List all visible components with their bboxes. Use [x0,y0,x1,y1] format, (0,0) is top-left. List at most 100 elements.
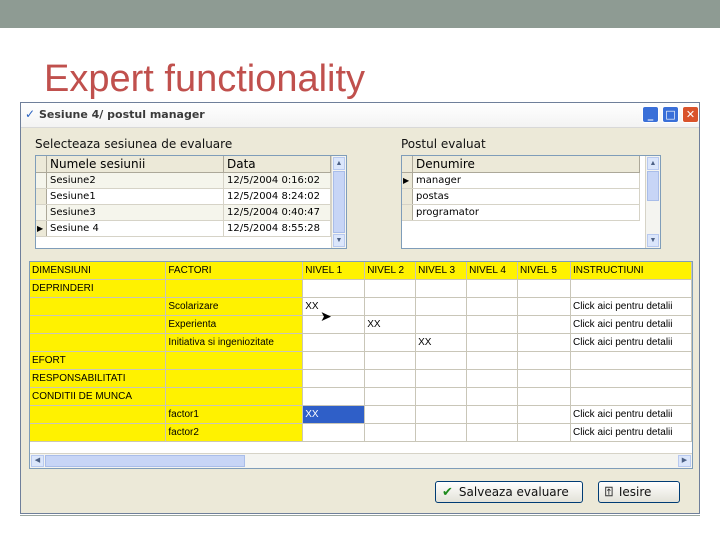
post-name-cell[interactable]: programator [412,204,640,221]
level-cell[interactable] [415,351,468,370]
level-cell[interactable] [302,387,366,406]
instructions-link[interactable] [570,351,692,370]
scroll-up-icon[interactable]: ▲ [333,157,345,170]
level-cell[interactable] [466,315,519,334]
instructions-link[interactable]: Click aici pentru detalii [570,423,692,442]
session-row[interactable]: Sesiune3 12/5/2004 0:40:47 [36,204,331,221]
column-header[interactable]: NIVEL 5 [517,262,571,280]
minimize-button[interactable]: _ [642,106,659,123]
level-cell[interactable] [517,387,571,406]
level-cell[interactable] [466,333,519,352]
evaluation-grid[interactable]: DIMENSIUNI FACTORI NIVEL 1 NIVEL 2 NIVEL 3 NI… [29,261,693,469]
scroll-left-icon[interactable]: ◀ [31,455,44,467]
level-cell[interactable] [517,405,571,424]
post-name-cell[interactable]: manager [412,172,640,189]
level-cell[interactable] [415,387,468,406]
level-cell[interactable] [466,405,519,424]
session-name-cell[interactable]: Sesiune1 [46,188,224,205]
scroll-up-icon[interactable]: ▲ [647,157,659,170]
instructions-link[interactable] [570,387,692,406]
level-cell[interactable] [302,423,366,442]
session-name-cell[interactable]: Sesiune3 [46,204,224,221]
evaluation-row[interactable]: RESPONSABILITATI [30,369,692,388]
level-cell[interactable] [302,315,366,334]
level-cell[interactable] [302,333,366,352]
level-cell[interactable]: XX [364,315,417,334]
session-row[interactable]: ▶ Sesiune 4 12/5/2004 8:55:28 [36,220,331,237]
evaluation-row[interactable]: Scolarizare XX Click aici pentru detalii [30,297,692,316]
level-cell[interactable] [364,279,417,298]
scroll-down-icon[interactable]: ▼ [333,234,345,247]
post-scrollbar[interactable]: ▲ ▼ [645,156,660,248]
evaluation-row[interactable]: Initiativa si ingeniozitate XX Click aici … [30,333,692,352]
level-cell[interactable] [415,315,468,334]
scroll-thumb[interactable] [333,171,345,233]
sessions-grid[interactable]: Numele sesiunii Data Sesiune2 12/5/2004 0… [35,155,347,249]
col-denumire[interactable]: Denumire [412,156,640,173]
instructions-link[interactable]: Click aici pentru detalii [570,297,692,316]
level-cell[interactable] [302,279,366,298]
column-header[interactable]: DIMENSIUNI [30,262,167,280]
level-cell[interactable] [466,279,519,298]
column-header[interactable]: NIVEL 2 [364,262,417,280]
level-cell[interactable] [517,351,571,370]
post-row[interactable]: programator [402,204,640,221]
level-cell[interactable] [415,405,468,424]
column-header[interactable]: NIVEL 4 [466,262,519,280]
level-cell[interactable] [364,297,417,316]
scroll-right-icon[interactable]: ▶ [678,455,691,467]
instructions-link[interactable]: Click aici pentru detalii [570,405,692,424]
instructions-link[interactable]: Click aici pentru detalii [570,315,692,334]
level-cell[interactable] [364,333,417,352]
close-button[interactable]: ✕ [682,106,699,123]
scroll-down-icon[interactable]: ▼ [647,234,659,247]
maximize-button[interactable]: □ [662,106,679,123]
instructions-link[interactable] [570,279,692,298]
column-header[interactable]: INSTRUCTIUNI [570,262,692,280]
level-cell[interactable] [517,297,571,316]
level-cell[interactable] [466,387,519,406]
evaluation-row[interactable]: factor2 Click aici pentru detalii [30,423,692,442]
level-cell[interactable] [364,369,417,388]
post-row[interactable]: postas [402,188,640,205]
evaluation-row[interactable]: Experienta XX Click aici pentru detalii [30,315,692,334]
level-cell[interactable]: XX [302,405,366,424]
session-date-cell[interactable]: 12/5/2004 0:40:47 [223,204,331,221]
level-cell[interactable] [517,279,571,298]
instructions-link[interactable]: Click aici pentru detalii [570,333,692,352]
sessions-scrollbar[interactable]: ▲ ▼ [331,156,346,248]
col-date[interactable]: Data [223,156,331,173]
level-cell[interactable] [466,369,519,388]
level-cell[interactable] [364,405,417,424]
level-cell[interactable]: XX [415,333,468,352]
col-session-name[interactable]: Numele sesiunii [46,156,224,173]
post-row[interactable]: ▶ manager [402,172,640,189]
scroll-thumb[interactable] [647,171,659,201]
session-date-cell[interactable]: 12/5/2004 8:55:28 [223,220,331,237]
level-cell[interactable] [466,297,519,316]
session-row[interactable]: Sesiune1 12/5/2004 8:24:02 [36,188,331,205]
level-cell[interactable] [364,387,417,406]
level-cell[interactable] [364,351,417,370]
level-cell[interactable] [302,351,366,370]
level-cell[interactable] [415,423,468,442]
level-cell[interactable] [517,369,571,388]
column-header[interactable]: NIVEL 1 [302,262,366,280]
scroll-thumb[interactable] [45,455,245,467]
session-row[interactable]: Sesiune2 12/5/2004 0:16:02 [36,172,331,189]
exit-button[interactable]: ⍐ Iesire [598,481,680,503]
window-titlebar[interactable]: ✓ Sesiune 4/ postul manager _ □ ✕ [21,103,699,128]
level-cell[interactable] [415,369,468,388]
session-date-cell[interactable]: 12/5/2004 0:16:02 [223,172,331,189]
instructions-link[interactable] [570,369,692,388]
session-date-cell[interactable]: 12/5/2004 8:24:02 [223,188,331,205]
level-cell[interactable] [415,297,468,316]
post-name-cell[interactable]: postas [412,188,640,205]
evaluation-row[interactable]: DEPRINDERI [30,279,692,298]
column-header[interactable]: NIVEL 3 [415,262,468,280]
evaluation-row[interactable]: CONDITII DE MUNCA [30,387,692,406]
evaluation-hscrollbar[interactable]: ◀ ▶ [30,453,692,468]
level-cell[interactable] [517,423,571,442]
post-grid[interactable]: Denumire ▶ manager postas programator ▲ ▼ [401,155,661,249]
session-name-cell[interactable]: Sesiune2 [46,172,224,189]
